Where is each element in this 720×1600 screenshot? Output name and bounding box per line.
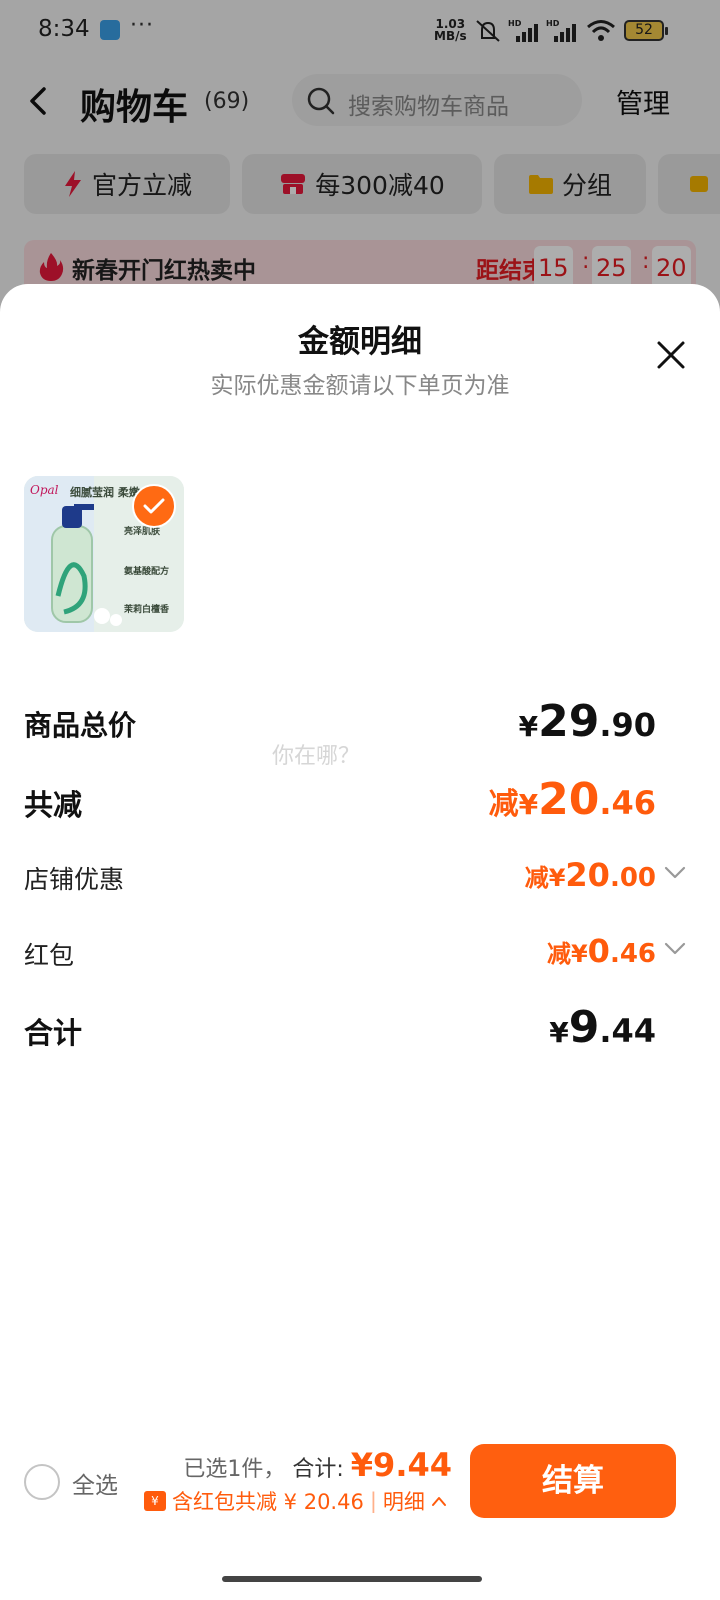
checkout-bar: 全选 已选1件， 合计: ¥9.44 ¥ 含红包共减 ¥ 20.46 | 明细 … [0,1430,720,1540]
thumb-text: 氨基酸配方 [124,567,170,577]
currency-symbol: ¥ [518,710,539,743]
value-int: 20 [538,774,600,825]
thumb-text: 茉莉白檀香 [124,605,170,615]
shop-discount-value: 减¥20.00 [525,856,656,894]
value-int: 20 [565,856,610,894]
total-label: 合计: [292,1457,344,1482]
value-dec: .46 [609,939,656,969]
selection-summary: 已选1件， 合计: ¥9.44 [183,1446,452,1484]
svg-text:Opal: Opal [30,483,59,497]
discount-prefix: 减 [488,787,519,822]
product-selected-checkbox[interactable] [132,484,176,528]
row-label: 红包 [24,941,75,970]
divider: | [369,1489,377,1513]
red-packet-icon: ¥ [144,1491,166,1511]
row-label: 共减 [24,788,83,822]
row-label: 合计 [24,1016,83,1050]
select-all-checkbox[interactable] [24,1464,60,1500]
currency-symbol: ¥ [570,940,588,968]
row-grand-total: 合计 ¥9.44 [24,1002,696,1053]
modal-scrim[interactable] [0,0,720,320]
selected-count: 已选1件， [183,1457,286,1482]
value-int: 9 [568,1002,600,1053]
discount-detail-toggle[interactable]: ¥ 含红包共减 ¥ 20.46 | 明细 [144,1486,447,1516]
subtotal-value: ¥29.90 [519,696,656,747]
total-value: ¥9.44 [350,1446,452,1484]
home-indicator[interactable] [222,1576,482,1582]
discount-text: 含红包共减 ¥ 20.46 [172,1490,364,1514]
grand-total-value: ¥9.44 [549,1002,656,1053]
row-label: 店铺优惠 [24,865,125,894]
currency-symbol: ¥ [548,864,566,892]
check-icon [143,498,165,514]
close-icon[interactable] [656,340,686,370]
discount-prefix: 减 [524,864,549,892]
select-all-label[interactable]: 全选 [72,1466,118,1500]
thumb-text: 细腻莹润 柔嫩 [70,486,140,499]
value-dec: .90 [599,706,656,744]
amount-detail-sheet: 金额明细 实际优惠金额请以下单页为准 Opal 细腻莹润 柔嫩 亮泽肌肤 氨基酸… [0,284,720,1600]
detail-label: 明细 [382,1490,425,1514]
chevron-down-icon[interactable] [664,942,686,956]
checkout-button[interactable]: 结算 [470,1444,676,1518]
watermark: 你在哪？ [272,744,361,769]
currency-symbol: ¥ [518,788,539,821]
row-shop-discount[interactable]: 店铺优惠 减¥20.00 [24,852,696,902]
row-total-discount: 共减 减¥20.46 [24,774,696,825]
value-dec: .00 [609,863,656,893]
sheet-title: 金额明细 [298,324,422,360]
chevron-up-icon [431,1497,446,1506]
value-dec: .44 [599,1012,656,1050]
discount-prefix: 减 [546,940,571,968]
row-red-packet[interactable]: 红包 减¥0.46 [24,928,696,978]
currency-symbol: ¥ [549,1016,569,1049]
row-label: 商品总价 [24,709,137,742]
value-int: 29 [538,696,600,747]
total-discount-value: 减¥20.46 [489,774,656,825]
chevron-down-icon[interactable] [664,866,686,880]
red-packet-value: 减¥0.46 [547,932,656,970]
value-dec: .46 [599,784,656,822]
value-int: 0 [587,932,610,970]
sheet-subtitle: 实际优惠金额请以下单页为准 [210,373,510,399]
